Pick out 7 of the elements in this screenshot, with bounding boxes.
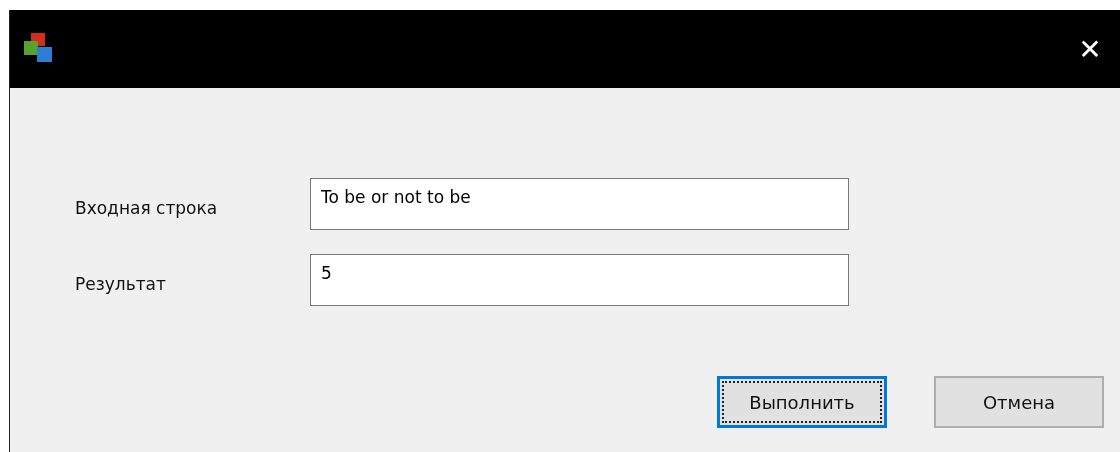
input-field[interactable]: 5 xyxy=(310,254,849,306)
cancel-button[interactable]: Отмена xyxy=(934,376,1104,428)
close-icon[interactable]: ✕ xyxy=(1070,32,1110,66)
run-button[interactable]: Выполнить xyxy=(717,376,887,428)
field-label: Результат xyxy=(75,273,167,294)
input-field[interactable]: To be or not to be xyxy=(310,178,849,230)
field-label: Входная строка xyxy=(75,197,219,218)
